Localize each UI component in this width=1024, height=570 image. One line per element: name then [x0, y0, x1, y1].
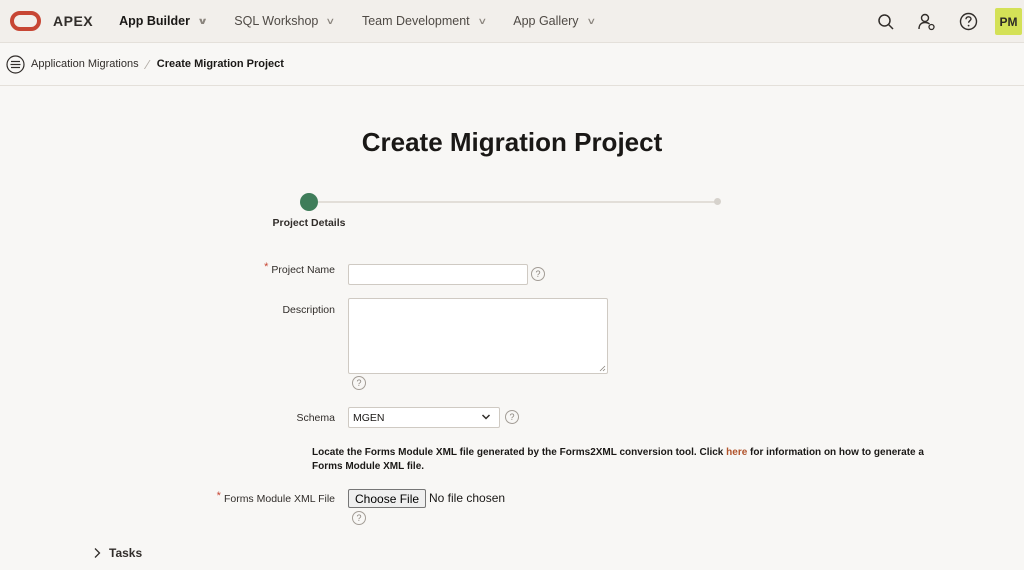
breadcrumb-current: Create Migration Project — [156, 58, 284, 70]
nav-label: Team Development — [361, 14, 470, 28]
description-help-icon[interactable]: ? — [352, 376, 366, 390]
schema-select[interactable]: MGEN — [348, 407, 500, 428]
forms-module-file-label-text: Forms Module XML File — [223, 493, 335, 505]
migrations-icon — [6, 54, 25, 74]
top-navigation-bar: APEX App Builder ∨ SQL Workshop ∨ Team D… — [0, 0, 1024, 43]
schema-help-icon[interactable]: ? — [505, 410, 519, 424]
chevron-down-icon — [481, 414, 491, 420]
tasks-region-toggle[interactable]: Tasks — [93, 546, 142, 560]
chevron-down-icon: ∨ — [585, 15, 596, 26]
wizard-step-active-marker — [300, 193, 318, 211]
project-name-label-text: Project Name — [271, 264, 335, 276]
schema-label: Schema — [296, 412, 335, 424]
apex-logo[interactable]: APEX — [10, 11, 93, 31]
user-settings-icon — [918, 13, 935, 30]
nav-label: App Gallery — [513, 14, 579, 28]
oracle-logo-icon — [10, 11, 41, 31]
choose-file-button[interactable]: Choose File — [348, 489, 427, 508]
chevron-right-icon — [94, 548, 101, 558]
nav-app-builder[interactable]: App Builder ∨ — [119, 14, 209, 28]
search-icon — [878, 13, 894, 30]
required-indicator: * — [264, 261, 269, 273]
chevron-down-icon: ∨ — [197, 15, 209, 26]
breadcrumb: Application Migrations ∕ Create Migratio… — [0, 43, 1024, 86]
nav-app-gallery[interactable]: App Gallery ∨ — [513, 14, 596, 28]
breadcrumb-separator: ∕ — [146, 56, 149, 72]
brand-name: APEX — [53, 13, 94, 29]
tasks-label: Tasks — [109, 546, 143, 560]
help-icon — [959, 12, 977, 31]
description-label: Description — [282, 304, 335, 316]
file-status-text: No file chosen — [429, 491, 506, 505]
main-nav: App Builder ∨ SQL Workshop ∨ Team Develo… — [119, 14, 622, 28]
breadcrumb-application-migrations[interactable]: Application Migrations — [31, 58, 139, 70]
nav-label: SQL Workshop — [234, 14, 319, 28]
project-name-input[interactable] — [348, 264, 528, 285]
nav-sql-workshop[interactable]: SQL Workshop ∨ — [234, 14, 336, 28]
administration-button[interactable] — [913, 8, 941, 36]
header-actions: PM — [872, 0, 1024, 43]
resize-grip-icon[interactable] — [599, 365, 606, 372]
required-indicator: * — [216, 490, 221, 502]
wizard-progress-track — [318, 201, 718, 203]
nav-team-development[interactable]: Team Development ∨ — [361, 14, 487, 28]
info-here-link[interactable]: here — [726, 447, 747, 458]
wizard-step-marker — [714, 198, 721, 205]
wizard-step-label: Project Details — [272, 217, 346, 229]
description-textarea[interactable] — [348, 298, 608, 374]
nav-label: App Builder — [119, 14, 190, 28]
project-name-label: * Project Name — [255, 261, 335, 276]
chevron-down-icon: ∨ — [477, 15, 487, 26]
schema-selected-value: MGEN — [353, 411, 385, 424]
user-avatar[interactable]: PM — [995, 8, 1022, 35]
instructions-text: Locate the Forms Module XML file generat… — [312, 447, 727, 458]
forms-module-file-label: * Forms Module XML File — [205, 490, 335, 505]
project-name-help-icon[interactable]: ? — [531, 267, 545, 281]
forms-xml-instructions: Locate the Forms Module XML file generat… — [312, 446, 942, 474]
search-button[interactable] — [872, 8, 900, 36]
forms-module-file-help-icon[interactable]: ? — [352, 511, 366, 525]
help-button[interactable] — [954, 8, 982, 36]
chevron-down-icon: ∨ — [325, 15, 336, 26]
page-title: Create Migration Project — [361, 127, 663, 157]
